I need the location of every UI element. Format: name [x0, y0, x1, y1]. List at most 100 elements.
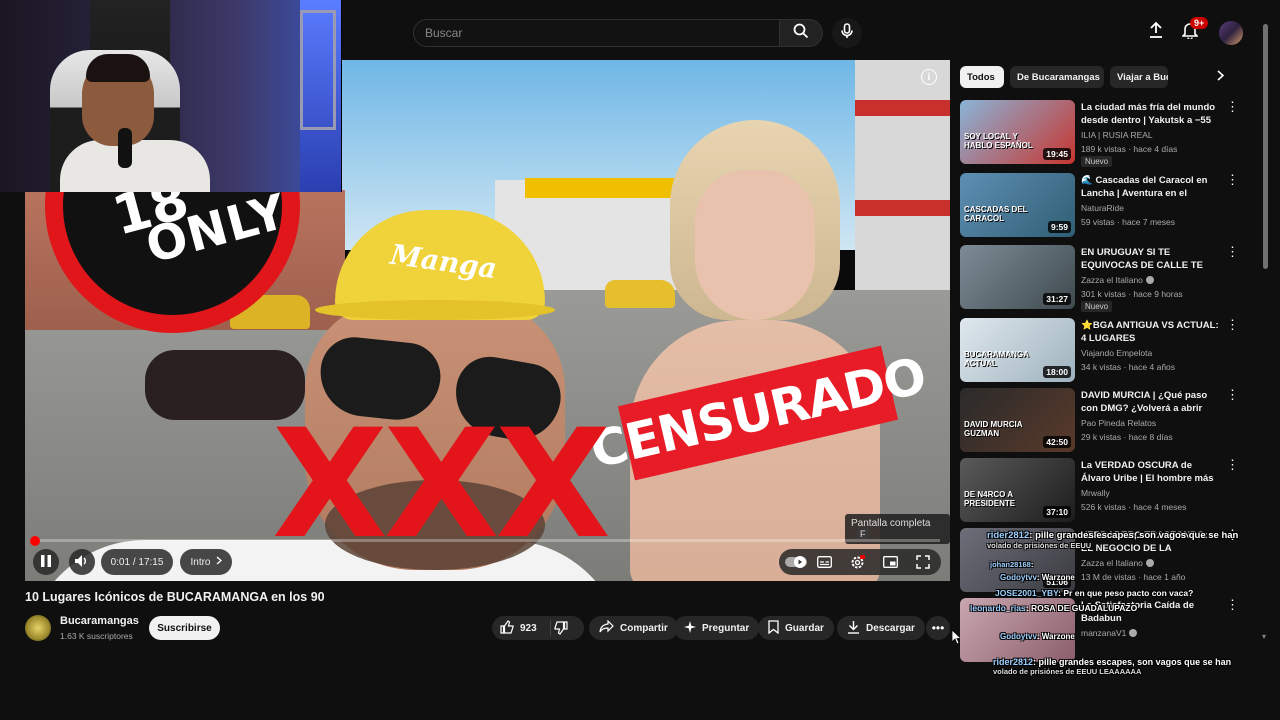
channel-name[interactable]: Bucaramangas — [60, 615, 139, 627]
recommendation-channel[interactable]: Pao Pineda Relatos — [1081, 418, 1156, 428]
kebab-menu-icon[interactable]: ⋮ — [1226, 245, 1239, 261]
time-display: 0:01 / 17:15 — [101, 549, 173, 575]
video-thumbnail[interactable]: 31:27 — [960, 245, 1075, 309]
recommendation-meta: 301 k vistas · hace 9 horas — [1081, 289, 1183, 299]
video-duration: 31:27 — [1043, 293, 1071, 305]
video-thumbnail[interactable]: DE N4RCO A PRESIDENTE 37:10 — [960, 458, 1075, 522]
chip-travel-bucaramanga[interactable]: Viajar a Bucaramanga — [1110, 66, 1168, 88]
video-thumbnail[interactable]: DAVID MURCIA GUZMAN 42:50 — [960, 388, 1075, 452]
chat-message: rider2812: pille grandes escapes, son va… — [987, 530, 1239, 550]
subscribe-button[interactable]: Suscribirse — [149, 616, 220, 640]
chat-message: johan28168: — [990, 560, 1034, 569]
recommendation-item[interactable]: 31:27 EN URUGUAY SI TE EQUIVOCAS DE CALL… — [960, 245, 1250, 312]
video-thumbnail[interactable]: BUCARAMANGA ACTUAL 18:00 — [960, 318, 1075, 382]
search-button[interactable] — [779, 19, 823, 47]
notification-count-badge: 9+ — [1190, 17, 1209, 29]
search-box[interactable] — [413, 19, 780, 47]
kebab-menu-icon[interactable]: ⋮ — [1226, 388, 1239, 404]
upload-button[interactable] — [1144, 20, 1168, 44]
scrollbar-thumb[interactable] — [1263, 24, 1268, 269]
download-label: Descargar — [866, 622, 915, 634]
new-badge: Nuevo — [1081, 156, 1113, 167]
recommendation-meta: 29 k vistas · hace 8 días — [1081, 432, 1173, 442]
share-icon — [599, 619, 614, 636]
thumbnail-woman — [610, 120, 880, 581]
recommendation-title[interactable]: 🌊 Cascadas del Caracol en Lancha | Avent… — [1081, 174, 1221, 200]
video-thumbnail[interactable]: SOY LOCAL Y HABLO ESPAÑOL 19:45 — [960, 100, 1075, 164]
dislike-button[interactable] — [554, 621, 568, 640]
recommendation-item[interactable]: BUCARAMANGA ACTUAL 18:00 ⭐BGA ANTIGUA VS… — [960, 318, 1250, 382]
progress-scrubber[interactable] — [30, 536, 40, 546]
recommendation-channel[interactable]: Viajando Empelota — [1081, 348, 1152, 358]
ask-button[interactable]: Preguntar — [674, 616, 760, 640]
search-icon — [793, 23, 809, 44]
thumbs-down-icon — [554, 621, 568, 639]
search-input[interactable] — [414, 20, 779, 46]
chip-from-channel[interactable]: De Bucaramangas — [1010, 66, 1104, 88]
subtitles-icon[interactable] — [816, 554, 832, 570]
recommendation-channel[interactable]: manzanaV1 — [1081, 628, 1138, 638]
kebab-menu-icon[interactable]: ⋮ — [1226, 100, 1239, 116]
save-label: Guardar — [785, 622, 824, 634]
recommendation-meta: 526 k vistas · hace 4 meses — [1081, 502, 1187, 512]
like-dislike-group: 923 — [492, 616, 584, 640]
recommendation-channel[interactable]: NaturaRide — [1081, 203, 1124, 213]
recommendation-title[interactable]: La ciudad más fría del mundo desde dentr… — [1081, 101, 1221, 127]
chat-message: Godoytvv: Warzone — [1000, 632, 1075, 641]
chips-next-button[interactable] — [1210, 66, 1230, 88]
recommendation-channel[interactable]: Zazza el Italiano — [1081, 275, 1154, 285]
video-progress-bar[interactable] — [35, 539, 940, 542]
settings-gear-icon[interactable] — [849, 554, 865, 570]
account-avatar[interactable] — [1219, 21, 1243, 45]
download-button[interactable]: Descargar — [837, 616, 925, 640]
pause-button[interactable] — [33, 549, 59, 575]
kebab-menu-icon[interactable]: ⋮ — [1226, 598, 1239, 614]
recommendation-channel[interactable]: ILIA | RUSIA REAL — [1081, 130, 1153, 140]
like-divider — [550, 620, 551, 636]
like-button[interactable]: 923 — [500, 616, 537, 640]
recommendation-item[interactable]: DAVID MURCIA GUZMAN 42:50 DAVID MURCIA |… — [960, 388, 1250, 452]
autoplay-toggle[interactable] — [785, 554, 807, 570]
save-button[interactable]: Guardar — [758, 616, 834, 640]
kebab-menu-icon[interactable]: ⋮ — [1226, 173, 1239, 189]
notifications-button[interactable]: 9+ — [1178, 17, 1209, 44]
kebab-menu-icon[interactable]: ⋮ — [1226, 458, 1239, 474]
chip-all[interactable]: Todos — [960, 66, 1004, 88]
miniplayer-icon[interactable] — [882, 554, 898, 570]
recommendation-title[interactable]: EN URUGUAY SI TE EQUIVOCAS DE CALLE TE M… — [1081, 246, 1221, 272]
verified-icon — [1145, 276, 1154, 284]
chapter-button[interactable]: Intro — [180, 549, 232, 575]
channel-avatar[interactable] — [25, 615, 51, 641]
more-horizontal-icon: ••• — [931, 621, 945, 635]
info-icon[interactable]: i — [921, 69, 937, 85]
fullscreen-icon[interactable] — [915, 554, 931, 570]
recommendation-title[interactable]: ⭐BGA ANTIGUA VS ACTUAL: 4 LUGARES IRRECO… — [1081, 319, 1221, 345]
chat-message: rider2812: pille grandes escapes, son va… — [993, 657, 1232, 676]
kebab-menu-icon[interactable]: ⋮ — [1226, 318, 1239, 334]
more-actions-button[interactable]: ••• — [926, 616, 950, 640]
recommendation-item[interactable]: CASCADAS DEL CARACOL 9:59 🌊 Cascadas del… — [960, 173, 1250, 237]
video-thumbnail[interactable]: CASCADAS DEL CARACOL 9:59 — [960, 173, 1075, 237]
recommendation-channel[interactable]: Zazza el Italiano — [1081, 558, 1154, 568]
share-button[interactable]: Compartir — [589, 616, 678, 640]
recommendation-item[interactable]: DE N4RCO A PRESIDENTE 37:10 La VERDAD OS… — [960, 458, 1250, 522]
new-badge: Nuevo — [1081, 301, 1113, 312]
voice-search-button[interactable] — [832, 18, 862, 48]
chat-message: JOSE2001_YBY: Pr en que peso pacto con v… — [995, 588, 1194, 598]
recommendation-item[interactable]: SOY LOCAL Y HABLO ESPAÑOL 19:45 La ciuda… — [960, 100, 1250, 167]
share-label: Compartir — [620, 622, 668, 634]
like-count: 923 — [520, 622, 537, 634]
video-duration: 18:00 — [1043, 366, 1071, 378]
recommendation-title[interactable]: La VERDAD OSCURA de Álvaro Uribe | El ho… — [1081, 459, 1221, 485]
chapter-label: Intro — [190, 556, 211, 568]
volume-button[interactable] — [69, 549, 95, 575]
microphone-prop — [118, 128, 132, 168]
ask-label: Preguntar — [702, 622, 750, 634]
recommendation-channel[interactable]: Mrwally — [1081, 488, 1110, 498]
sparkle-icon — [684, 620, 696, 636]
scroll-down-arrow-icon[interactable]: ▾ — [1262, 632, 1266, 641]
fullscreen-shortcut-key: F — [857, 529, 869, 539]
upload-icon — [1148, 21, 1164, 44]
video-title: 10 Lugares Icónicos de BUCARAMANGA en lo… — [25, 590, 325, 604]
recommendation-title[interactable]: DAVID MURCIA | ¿Qué paso con DMG? ¿Volve… — [1081, 389, 1221, 415]
